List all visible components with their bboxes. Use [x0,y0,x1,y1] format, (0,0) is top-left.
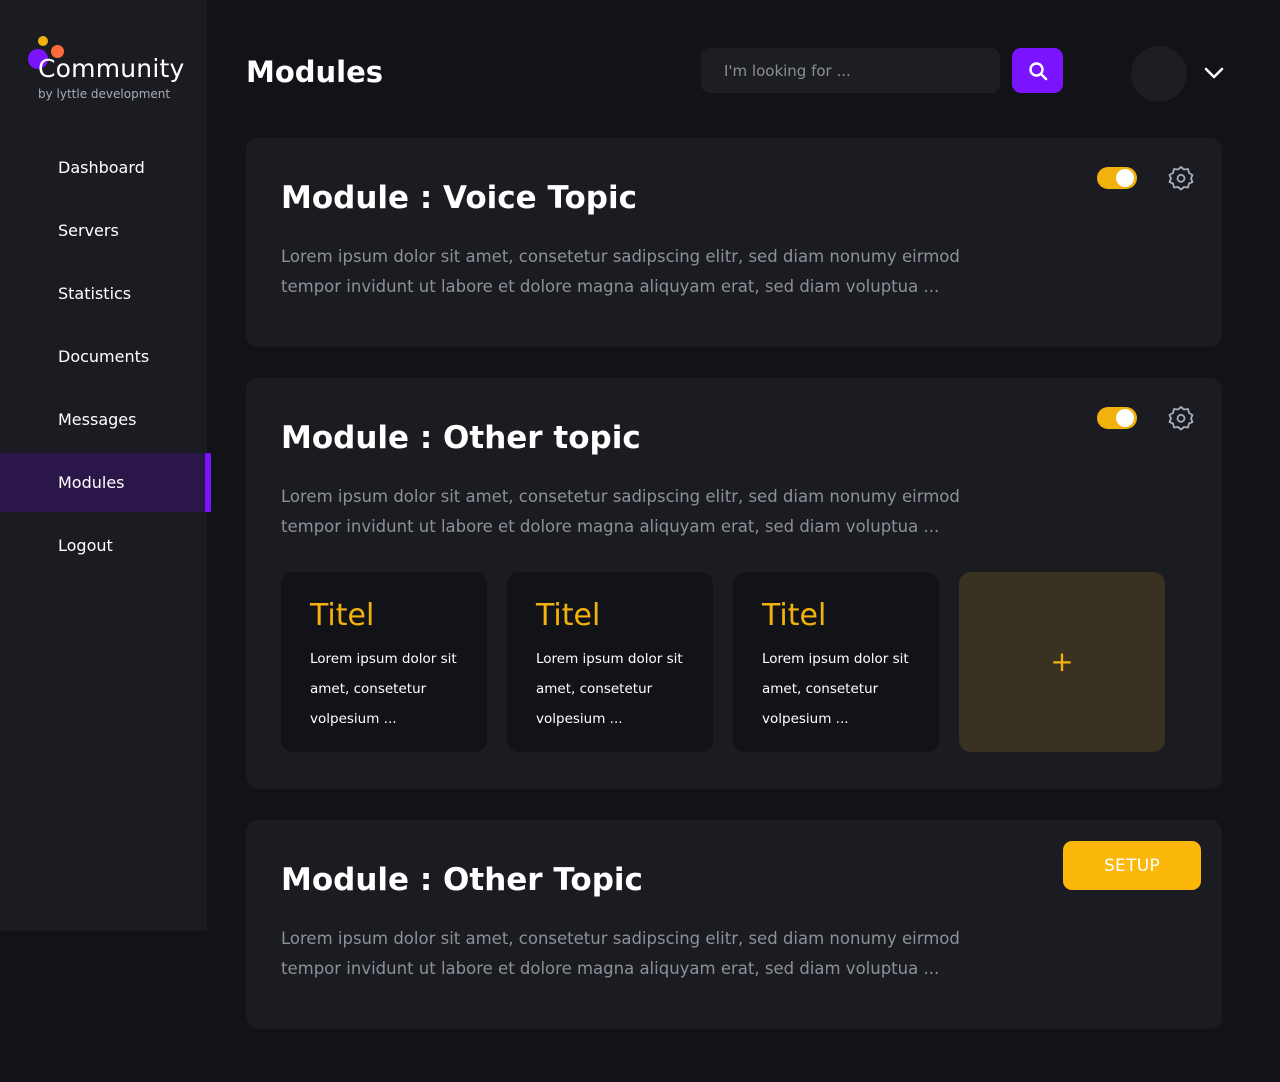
module-card: Module : Other Topic Lorem ipsum dolor s… [246,820,1222,1029]
sub-item-title: Titel [536,598,601,633]
search-button[interactable] [1012,48,1063,93]
sidebar-item-modules[interactable]: Modules [0,453,211,512]
gear-icon[interactable] [1167,404,1195,432]
sub-item-title: Titel [762,598,827,633]
add-item-button[interactable]: + [959,572,1165,752]
sidebar-item-label: Logout [58,536,113,555]
sub-item-text: Lorem ipsum dolor sit amet, consetetur v… [762,651,909,727]
toggle-knob [1116,409,1134,427]
sidebar-item-logout[interactable]: Logout [0,516,211,575]
page-title: Modules [246,55,384,89]
sidebar-item-messages[interactable]: Messages [0,390,211,449]
logo-dot-yellow [38,36,48,46]
sidebar-item-label: Modules [58,473,125,492]
chevron-down-icon[interactable] [1203,64,1225,82]
sidebar-item-label: Servers [58,221,119,240]
sidebar-item-label: Dashboard [58,158,145,177]
brand-tagline: by lyttle development [38,87,171,101]
plus-icon: + [1050,645,1074,678]
gear-icon[interactable] [1167,164,1195,192]
sidebar-item-servers[interactable]: Servers [0,201,211,260]
sub-item-text: Lorem ipsum dolor sit amet, consetetur v… [536,651,683,727]
module-toggle[interactable] [1097,407,1137,429]
sidebar: Community by lyttle development Dashboar… [0,0,211,931]
module-toggle[interactable] [1097,167,1137,189]
module-title: Module : Other topic [281,420,641,456]
sub-item-card[interactable]: Titel Lorem ipsum dolor sit amet, conset… [733,572,939,752]
module-description: Lorem ipsum dolor sit amet, consetetur s… [281,247,960,296]
sub-item-text: Lorem ipsum dolor sit amet, consetetur v… [310,651,457,727]
sidebar-nav: Dashboard Servers Statistics Documents M… [0,138,211,579]
sub-item-card[interactable]: Titel Lorem ipsum dolor sit amet, conset… [507,572,713,752]
sub-item-card[interactable]: Titel Lorem ipsum dolor sit amet, conset… [281,572,487,752]
module-title: Module : Voice Topic [281,180,637,216]
search-icon [1028,61,1047,80]
sidebar-item-dashboard[interactable]: Dashboard [0,138,211,197]
search-input[interactable] [701,48,1000,93]
setup-button[interactable]: SETUP [1063,841,1201,890]
logo[interactable]: Community by lyttle development [28,34,203,114]
module-card: Module : Voice Topic Lorem ipsum dolor s… [246,138,1222,347]
sidebar-item-label: Statistics [58,284,132,303]
sidebar-item-statistics[interactable]: Statistics [0,264,211,323]
avatar[interactable] [1131,46,1187,102]
module-description: Lorem ipsum dolor sit amet, consetetur s… [281,929,960,978]
toggle-knob [1116,169,1134,187]
sidebar-item-label: Documents [58,347,150,366]
module-description: Lorem ipsum dolor sit amet, consetetur s… [281,487,960,536]
module-card: Module : Other topic Lorem ipsum dolor s… [246,378,1222,789]
sub-item-title: Titel [310,598,375,633]
sidebar-item-label: Messages [58,410,137,429]
brand-name: Community [38,54,185,83]
module-title: Module : Other Topic [281,862,643,898]
sidebar-item-documents[interactable]: Documents [0,327,211,386]
